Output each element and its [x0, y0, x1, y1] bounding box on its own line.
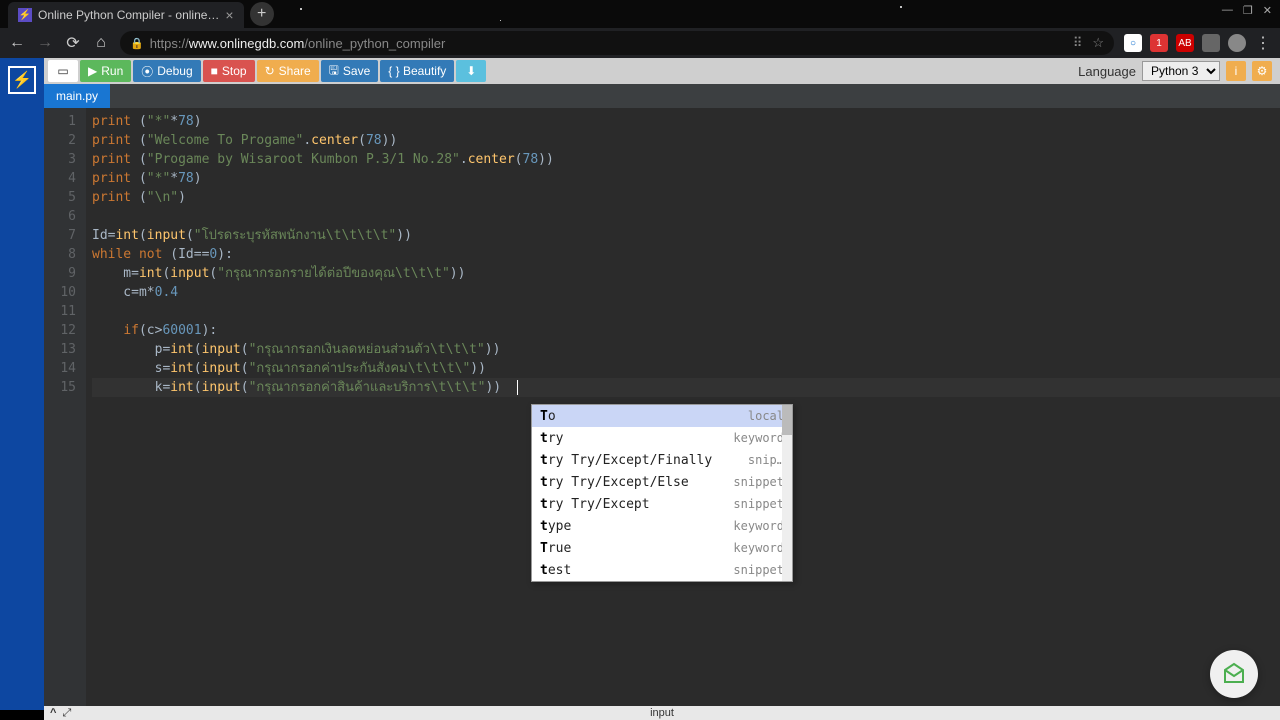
- play-icon: ▶: [88, 64, 97, 78]
- close-button[interactable]: ✕: [1263, 4, 1272, 17]
- download-icon: ⬇: [466, 64, 476, 78]
- window-controls: — ❐ ✕: [1222, 4, 1272, 17]
- autocomplete-item[interactable]: Truekeyword: [532, 537, 792, 559]
- share-icon: ↻: [265, 64, 275, 78]
- language-label: Language: [1078, 64, 1136, 79]
- autocomplete-popup[interactable]: Tolocaltrykeywordtry Try/Except/Finallys…: [531, 404, 793, 582]
- autocomplete-item[interactable]: typekeyword: [532, 515, 792, 537]
- line-ext-icon[interactable]: ○: [1124, 34, 1142, 52]
- save-icon: 🖫: [329, 61, 339, 82]
- autocomplete-item[interactable]: Tolocal: [532, 405, 792, 427]
- autocomplete-item[interactable]: trykeyword: [532, 427, 792, 449]
- maximize-button[interactable]: ❐: [1243, 4, 1253, 17]
- beautify-button[interactable]: { } Beautify: [380, 60, 454, 82]
- profile-avatar-icon[interactable]: [1228, 34, 1246, 52]
- autocomplete-scrollbar[interactable]: [782, 405, 792, 581]
- site-logo-icon[interactable]: ⚡: [8, 66, 36, 94]
- stop-icon: ■: [211, 64, 218, 78]
- bookmark-icon[interactable]: ☆: [1092, 35, 1104, 51]
- chat-fab[interactable]: [1210, 650, 1258, 698]
- extension-icons: ○ 1 AB ⋮: [1124, 33, 1272, 53]
- ext-icon-2[interactable]: [1202, 34, 1220, 52]
- run-button[interactable]: ▶Run: [80, 60, 131, 82]
- browser-tabstrip: ⚡ Online Python Compiler - online… × +: [0, 0, 1280, 28]
- new-tab-button[interactable]: +: [250, 2, 274, 26]
- bug-icon: ⦿: [141, 63, 153, 80]
- gear-icon: ⚙: [1257, 64, 1268, 78]
- back-button[interactable]: ←: [8, 34, 26, 52]
- debug-button[interactable]: ⦿Debug: [133, 60, 200, 82]
- translate-icon[interactable]: ⠿: [1073, 35, 1083, 51]
- autocomplete-item[interactable]: try Try/Except/Finallysnip…: [532, 449, 792, 471]
- tab-title: Online Python Compiler - online…: [38, 8, 219, 22]
- autocomplete-item[interactable]: testsnippet: [532, 559, 792, 581]
- download-button[interactable]: ⬇: [456, 60, 486, 82]
- save-button[interactable]: 🖫Save: [321, 60, 379, 82]
- url-input[interactable]: 🔒 https://www.onlinegdb.com/online_pytho…: [120, 31, 1114, 55]
- autocomplete-item[interactable]: try Try/Exceptsnippet: [532, 493, 792, 515]
- address-bar: ← → ⟳ ⌂ 🔒 https://www.onlinegdb.com/onli…: [0, 28, 1280, 58]
- minimize-button[interactable]: —: [1222, 4, 1233, 17]
- url-text: https://www.onlinegdb.com/online_python_…: [150, 36, 446, 51]
- chat-icon: [1222, 662, 1246, 686]
- info-button[interactable]: i: [1226, 61, 1246, 81]
- lightning-icon: ⚡: [18, 8, 32, 22]
- reload-button[interactable]: ⟳: [64, 33, 82, 53]
- bottom-panel-bar[interactable]: ^ ⤢ input: [44, 706, 1280, 720]
- expand-panel-icon[interactable]: ^: [50, 707, 56, 719]
- fullscreen-icon[interactable]: ⤢: [62, 707, 71, 720]
- share-button[interactable]: ↻Share: [257, 60, 319, 82]
- lock-icon: 🔒: [130, 37, 144, 50]
- file-icon: ▭: [57, 64, 68, 78]
- menu-icon[interactable]: ⋮: [1254, 33, 1272, 53]
- autocomplete-item[interactable]: try Try/Except/Elsesnippet: [532, 471, 792, 493]
- file-tab-main[interactable]: main.py: [44, 84, 110, 108]
- settings-button[interactable]: ⚙: [1252, 61, 1272, 81]
- browser-tab[interactable]: ⚡ Online Python Compiler - online… ×: [8, 2, 244, 28]
- close-tab-icon[interactable]: ×: [225, 7, 233, 23]
- forward-button[interactable]: →: [36, 34, 54, 52]
- file-tabs: main.py: [44, 84, 1280, 108]
- language-select[interactable]: Python 3: [1142, 61, 1220, 81]
- ext-icon-1[interactable]: 1: [1150, 34, 1168, 52]
- input-tab-label[interactable]: input: [650, 707, 674, 719]
- new-file-button[interactable]: ▭: [48, 60, 78, 82]
- left-rail: ⚡: [0, 58, 44, 710]
- home-button[interactable]: ⌂: [92, 34, 110, 52]
- editor-toolbar: ▭ ▶Run ⦿Debug ■Stop ↻Share 🖫Save { } Bea…: [44, 58, 1280, 84]
- line-gutter: 123456789101112131415: [44, 108, 86, 710]
- stop-button[interactable]: ■Stop: [203, 60, 255, 82]
- abp-ext-icon[interactable]: AB: [1176, 34, 1194, 52]
